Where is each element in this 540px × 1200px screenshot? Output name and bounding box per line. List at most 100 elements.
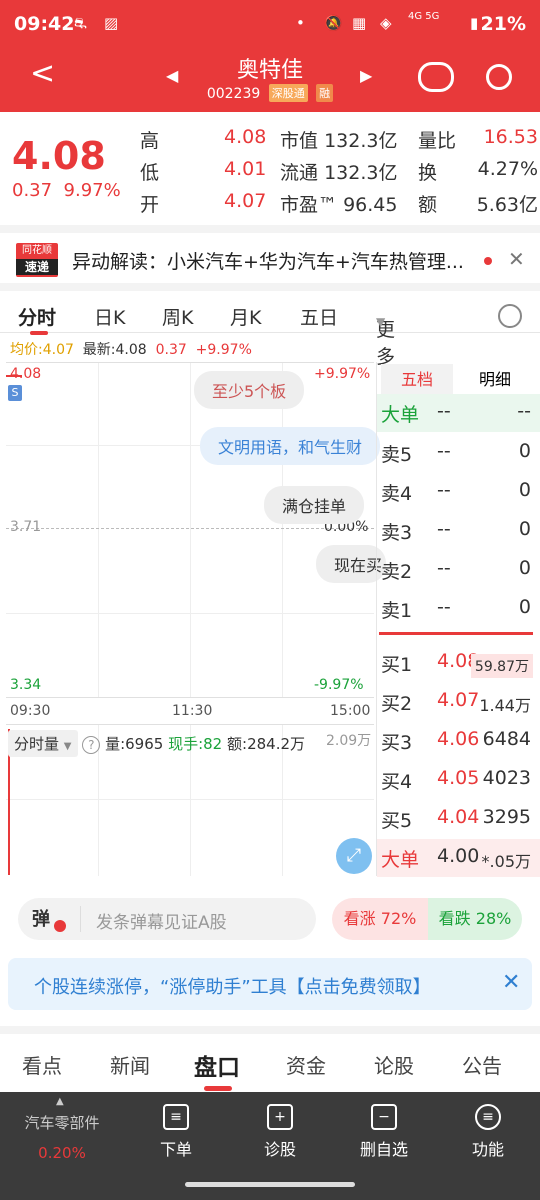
news-logo-bottom: 速递 bbox=[16, 259, 58, 275]
home-indicator bbox=[185, 1182, 355, 1187]
help-icon[interactable]: ? bbox=[82, 736, 101, 754]
caret-up-icon: ▲ bbox=[56, 1096, 64, 1107]
tab-details[interactable]: 明细 bbox=[459, 364, 531, 396]
sell-row: 卖4 -- 0 bbox=[377, 473, 540, 511]
news-text[interactable]: 异动解读：小米汽车+华为汽车+汽车热管理... bbox=[72, 247, 464, 274]
order-book-tabs: 五档 明细 bbox=[377, 362, 540, 398]
turnover-label: 换 bbox=[418, 162, 438, 184]
prev-close-line bbox=[6, 528, 374, 529]
tab-highlights[interactable]: 看点 bbox=[22, 1050, 62, 1079]
grid-line bbox=[98, 363, 99, 697]
low-label: 低 bbox=[140, 162, 160, 184]
s-badge: S bbox=[8, 385, 22, 401]
functions-label: 功能 bbox=[471, 1140, 504, 1159]
row-label: 卖2 bbox=[381, 561, 413, 583]
change-value: 0.37 bbox=[12, 180, 53, 201]
time-start: 09:30 bbox=[10, 703, 51, 719]
barrage-bubble: 满仓挂单 bbox=[264, 486, 365, 524]
row-price: -- bbox=[437, 596, 451, 618]
news-banner[interactable]: 同花顺 速递 异动解读：小米汽车+华为汽车+汽车热管理... ✕ bbox=[0, 225, 540, 283]
latest-percent: +9.97% bbox=[195, 342, 252, 358]
volume-tab-label: 分时量 bbox=[14, 735, 60, 753]
tab-intraday[interactable]: 分时 bbox=[18, 303, 56, 330]
divider bbox=[80, 906, 81, 932]
settings-icon[interactable] bbox=[498, 304, 522, 328]
diagnose-icon: + bbox=[267, 1104, 293, 1130]
intraday-chart[interactable]: 4.08 S 3.71 3.34 +9.97% 0.00% -9.97% 至少5… bbox=[6, 362, 387, 698]
sector-percent: 0.20% bbox=[38, 1144, 86, 1162]
row-volume: 6484 bbox=[482, 728, 531, 750]
barrage-icon: 弹 bbox=[32, 909, 50, 930]
status-bar: 09:42 ⛐ ▨ • 🔕 ▦ ◈ 4G 5G ▮ 21% bbox=[0, 0, 540, 50]
volratio-label: 量比 bbox=[418, 130, 457, 152]
amount-value: 5.63亿 bbox=[476, 194, 538, 216]
diagnose-button[interactable]: + 诊股 bbox=[240, 1104, 320, 1160]
remove-watchlist-button[interactable]: − 删自选 bbox=[344, 1104, 424, 1160]
time-mid: 11:30 bbox=[172, 703, 213, 719]
minus-icon: − bbox=[371, 1104, 397, 1130]
remove-watchlist-label: 删自选 bbox=[359, 1140, 408, 1159]
promo-banner[interactable]: 个股连续涨停，“涨停助手”工具【点击免费领取】 ✕ bbox=[8, 958, 532, 1010]
tab-underline bbox=[204, 1086, 232, 1091]
vote-up-button[interactable]: 看涨 72% bbox=[332, 898, 428, 940]
tab-discussion[interactable]: 论股 bbox=[374, 1050, 414, 1079]
tab-handicap[interactable]: 盘口 bbox=[194, 1048, 240, 1082]
sector-name[interactable]: 汽车零部件 bbox=[0, 1112, 124, 1133]
close-icon[interactable]: ✕ bbox=[508, 247, 525, 271]
top-pct-label: +9.97% bbox=[314, 366, 371, 382]
status-time: 09:42 bbox=[14, 13, 75, 35]
row-price: -- bbox=[437, 557, 451, 579]
mktcap-label: 市值 bbox=[280, 130, 319, 152]
now-hand-value: 现手:82 bbox=[168, 735, 223, 753]
sell-row: 卖1 -- 0 bbox=[377, 590, 540, 628]
volume-tab[interactable]: 分时量 ▼ bbox=[8, 730, 78, 757]
volume-value: 量:6965 bbox=[105, 735, 164, 753]
promo-text[interactable]: 个股连续涨停，“涨停助手”工具【点击免费领取】 bbox=[34, 973, 431, 999]
battery-percent: 21% bbox=[480, 13, 526, 35]
tab-monthly[interactable]: 月K bbox=[230, 303, 261, 330]
vote-down-button[interactable]: 看跌 28% bbox=[428, 898, 522, 940]
stock-name: 奥特佳 bbox=[236, 58, 303, 83]
tab-underline bbox=[30, 331, 48, 335]
functions-button[interactable]: ≡ 功能 bbox=[448, 1104, 528, 1160]
time-end: 15:00 bbox=[330, 703, 371, 719]
robot-icon[interactable] bbox=[418, 62, 454, 92]
bottom-pct-label: -9.97% bbox=[314, 677, 364, 693]
battery-icon: ▮ bbox=[470, 14, 479, 32]
network-label: 4G 5G bbox=[408, 11, 440, 22]
unread-dot bbox=[484, 257, 492, 265]
float-label: 流通 bbox=[280, 162, 319, 184]
sell-row: 卖3 -- 0 bbox=[377, 512, 540, 550]
row-volume: 0 bbox=[518, 596, 531, 618]
tab-five-day[interactable]: 五日 bbox=[300, 303, 338, 330]
margin-tag: 融 bbox=[316, 84, 334, 102]
row-volume: 3295 bbox=[482, 806, 531, 828]
row-volume: 0 bbox=[518, 557, 531, 579]
barrage-input[interactable]: 弹 发条弹幕见证A股 bbox=[18, 898, 316, 940]
volume-max-label: 2.09万 bbox=[326, 733, 372, 749]
mktcap-value: 132.3亿 bbox=[324, 130, 398, 152]
stock-code-row: 002239 深股通 融 bbox=[0, 84, 540, 102]
row-price: -- bbox=[437, 518, 451, 540]
tab-news[interactable]: 新闻 bbox=[110, 1050, 150, 1079]
big-buy-row: 大单 4.00 *.05万 bbox=[377, 839, 540, 877]
chart-tabs: 分时 日K 周K 月K 五日 更多 ▼ bbox=[0, 283, 540, 368]
tab-announcements[interactable]: 公告 bbox=[462, 1050, 502, 1079]
fullscreen-icon[interactable]: ⤢ bbox=[336, 838, 372, 874]
search-icon[interactable] bbox=[486, 64, 512, 90]
row-volume: -- bbox=[517, 400, 531, 422]
close-icon[interactable]: ✕ bbox=[502, 970, 520, 995]
row-volume: 59.87万 bbox=[470, 654, 533, 678]
row-price: -- bbox=[437, 479, 451, 501]
row-price: -- bbox=[437, 400, 451, 422]
dot-icon: • bbox=[296, 14, 305, 32]
tab-five-levels[interactable]: 五档 bbox=[381, 364, 453, 396]
row-volume: 0 bbox=[518, 440, 531, 462]
order-button[interactable]: ≡ 下单 bbox=[136, 1104, 216, 1160]
float-value: 132.3亿 bbox=[324, 162, 398, 184]
current-price: 4.08 bbox=[12, 134, 106, 178]
tab-daily[interactable]: 日K bbox=[94, 303, 125, 330]
tab-funds[interactable]: 资金 bbox=[286, 1050, 326, 1079]
sell-row: 卖5 -- 0 bbox=[377, 434, 540, 472]
tab-weekly[interactable]: 周K bbox=[162, 303, 193, 330]
